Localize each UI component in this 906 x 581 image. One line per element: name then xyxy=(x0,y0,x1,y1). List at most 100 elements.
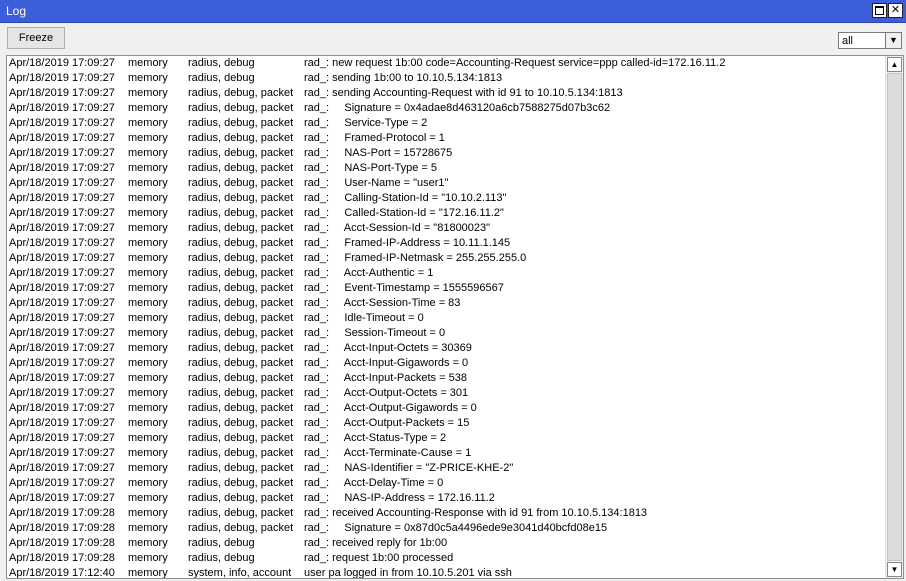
log-topics: radius, debug xyxy=(188,552,255,564)
log-topics: radius, debug, packet xyxy=(188,357,294,369)
log-row[interactable]: Apr/18/2019 17:09:27 memory radius, debug,… xyxy=(7,311,887,326)
log-row[interactable]: Apr/18/2019 17:09:28 memory radius, debug r… xyxy=(7,551,887,566)
log-row[interactable]: Apr/18/2019 17:09:27 memory radius, debug,… xyxy=(7,371,887,386)
filter-select[interactable]: all ▼ xyxy=(838,32,902,49)
log-topics: radius, debug, packet xyxy=(188,522,294,534)
log-buffer: memory xyxy=(128,372,168,384)
log-row[interactable]: Apr/18/2019 17:09:27 memory radius, debug,… xyxy=(7,206,887,221)
log-topics: radius, debug, packet xyxy=(188,417,294,429)
log-time: Apr/18/2019 17:09:27 xyxy=(9,252,115,264)
freeze-button[interactable]: Freeze xyxy=(7,27,65,49)
close-icon: ✕ xyxy=(890,4,901,16)
log-time: Apr/18/2019 17:09:27 xyxy=(9,312,115,324)
log-buffer: memory xyxy=(128,387,168,399)
maximize-icon xyxy=(875,6,884,15)
log-row[interactable]: Apr/18/2019 17:09:27 memory radius, debug r… xyxy=(7,56,887,71)
log-row[interactable]: Apr/18/2019 17:09:27 memory radius, debug,… xyxy=(7,386,887,401)
toolbar: Freeze all ▼ xyxy=(0,23,906,53)
log-row[interactable]: Apr/18/2019 17:09:27 memory radius, debug,… xyxy=(7,431,887,446)
log-message: rad_: Acct-Terminate-Cause = 1 xyxy=(304,447,472,459)
log-message: rad_: new request 1b:00 code=Accounting-… xyxy=(304,57,726,69)
log-message: rad_: Event-Timestamp = 1555596567 xyxy=(304,282,504,294)
log-row[interactable]: Apr/18/2019 17:09:27 memory radius, debug,… xyxy=(7,401,887,416)
log-row[interactable]: Apr/18/2019 17:09:27 memory radius, debug,… xyxy=(7,116,887,131)
log-row[interactable]: Apr/18/2019 17:09:27 memory radius, debug,… xyxy=(7,266,887,281)
log-buffer: memory xyxy=(128,237,168,249)
log-time: Apr/18/2019 17:09:28 xyxy=(9,537,115,549)
log-time: Apr/18/2019 17:09:27 xyxy=(9,402,115,414)
log-topics: radius, debug, packet xyxy=(188,447,294,459)
chevron-down-icon[interactable]: ▼ xyxy=(885,33,901,48)
log-list: Apr/18/2019 17:09:27 memory radius, debug r… xyxy=(6,55,904,579)
log-time: Apr/18/2019 17:09:27 xyxy=(9,57,115,69)
log-topics: radius, debug, packet xyxy=(188,192,294,204)
log-topics: radius, debug, packet xyxy=(188,387,294,399)
log-row[interactable]: Apr/18/2019 17:09:27 memory radius, debug,… xyxy=(7,296,887,311)
log-row[interactable]: Apr/18/2019 17:09:28 memory radius, debug,… xyxy=(7,506,887,521)
log-message: rad_: Acct-Output-Gigawords = 0 xyxy=(304,402,477,414)
log-message: rad_: Acct-Delay-Time = 0 xyxy=(304,477,444,489)
log-time: Apr/18/2019 17:09:27 xyxy=(9,342,115,354)
log-row[interactable]: Apr/18/2019 17:12:40 memory system, info, … xyxy=(7,566,887,579)
log-message: rad_: sending 1b:00 to 10.10.5.134:1813 xyxy=(304,72,503,84)
log-row[interactable]: Apr/18/2019 17:09:27 memory radius, debug,… xyxy=(7,191,887,206)
log-message: rad_: Service-Type = 2 xyxy=(304,117,428,129)
log-row[interactable]: Apr/18/2019 17:09:27 memory radius, debug,… xyxy=(7,146,887,161)
log-row[interactable]: Apr/18/2019 17:09:27 memory radius, debug,… xyxy=(7,341,887,356)
log-row[interactable]: Apr/18/2019 17:09:27 memory radius, debug,… xyxy=(7,101,887,116)
log-row[interactable]: Apr/18/2019 17:09:28 memory radius, debug r… xyxy=(7,536,887,551)
log-row[interactable]: Apr/18/2019 17:09:27 memory radius, debug,… xyxy=(7,221,887,236)
log-topics: radius, debug, packet xyxy=(188,477,294,489)
log-row[interactable]: Apr/18/2019 17:09:27 memory radius, debug,… xyxy=(7,176,887,191)
log-time: Apr/18/2019 17:09:27 xyxy=(9,327,115,339)
log-time: Apr/18/2019 17:09:27 xyxy=(9,87,115,99)
log-topics: radius, debug, packet xyxy=(188,162,294,174)
scroll-down-icon[interactable]: ▼ xyxy=(887,562,902,577)
window-title: Log xyxy=(6,4,27,18)
log-message: user pa logged in from 10.10.5.201 via s… xyxy=(304,567,512,579)
log-time: Apr/18/2019 17:09:28 xyxy=(9,522,115,534)
log-time: Apr/18/2019 17:09:27 xyxy=(9,237,115,249)
log-time: Apr/18/2019 17:09:27 xyxy=(9,132,115,144)
log-row[interactable]: Apr/18/2019 17:09:27 memory radius, debug,… xyxy=(7,416,887,431)
log-time: Apr/18/2019 17:09:27 xyxy=(9,192,115,204)
log-time: Apr/18/2019 17:09:27 xyxy=(9,147,115,159)
log-row[interactable]: Apr/18/2019 17:09:27 memory radius, debug,… xyxy=(7,461,887,476)
log-message: rad_: sending Accounting-Request with id… xyxy=(304,87,623,99)
log-row[interactable]: Apr/18/2019 17:09:28 memory radius, debug,… xyxy=(7,521,887,536)
log-row[interactable]: Apr/18/2019 17:09:27 memory radius, debug,… xyxy=(7,356,887,371)
log-row[interactable]: Apr/18/2019 17:09:27 memory radius, debug r… xyxy=(7,71,887,86)
log-row[interactable]: Apr/18/2019 17:09:27 memory radius, debug,… xyxy=(7,161,887,176)
log-time: Apr/18/2019 17:09:27 xyxy=(9,117,115,129)
log-buffer: memory xyxy=(128,147,168,159)
log-message: rad_: Acct-Session-Id = "81800023" xyxy=(304,222,491,234)
log-topics: radius, debug xyxy=(188,72,255,84)
scrollbar[interactable]: ▲ ▼ xyxy=(885,56,903,578)
log-row[interactable]: Apr/18/2019 17:09:27 memory radius, debug,… xyxy=(7,236,887,251)
maximize-button[interactable] xyxy=(872,3,887,18)
log-buffer: memory xyxy=(128,192,168,204)
log-row[interactable]: Apr/18/2019 17:09:27 memory radius, debug,… xyxy=(7,86,887,101)
scroll-up-icon[interactable]: ▲ xyxy=(887,57,902,72)
log-row[interactable]: Apr/18/2019 17:09:27 memory radius, debug,… xyxy=(7,476,887,491)
log-topics: radius, debug, packet xyxy=(188,372,294,384)
log-time: Apr/18/2019 17:09:27 xyxy=(9,267,115,279)
log-row[interactable]: Apr/18/2019 17:09:27 memory radius, debug,… xyxy=(7,326,887,341)
log-topics: radius, debug, packet xyxy=(188,492,294,504)
log-buffer: memory xyxy=(128,207,168,219)
log-message: rad_: Acct-Input-Packets = 538 xyxy=(304,372,467,384)
log-buffer: memory xyxy=(128,177,168,189)
log-time: Apr/18/2019 17:09:27 xyxy=(9,297,115,309)
log-message: rad_: Framed-IP-Address = 10.11.1.145 xyxy=(304,237,511,249)
log-topics: radius, debug, packet xyxy=(188,507,294,519)
log-row[interactable]: Apr/18/2019 17:09:27 memory radius, debug,… xyxy=(7,281,887,296)
log-message: rad_: NAS-Identifier = "Z-PRICE-KHE-2" xyxy=(304,462,514,474)
log-time: Apr/18/2019 17:09:27 xyxy=(9,177,115,189)
log-time: Apr/18/2019 17:09:27 xyxy=(9,162,115,174)
scroll-thumb[interactable] xyxy=(887,73,902,561)
log-row[interactable]: Apr/18/2019 17:09:27 memory radius, debug,… xyxy=(7,251,887,266)
log-row[interactable]: Apr/18/2019 17:09:27 memory radius, debug,… xyxy=(7,131,887,146)
log-row[interactable]: Apr/18/2019 17:09:27 memory radius, debug,… xyxy=(7,491,887,506)
log-row[interactable]: Apr/18/2019 17:09:27 memory radius, debug,… xyxy=(7,446,887,461)
close-button[interactable]: ✕ xyxy=(888,3,903,18)
